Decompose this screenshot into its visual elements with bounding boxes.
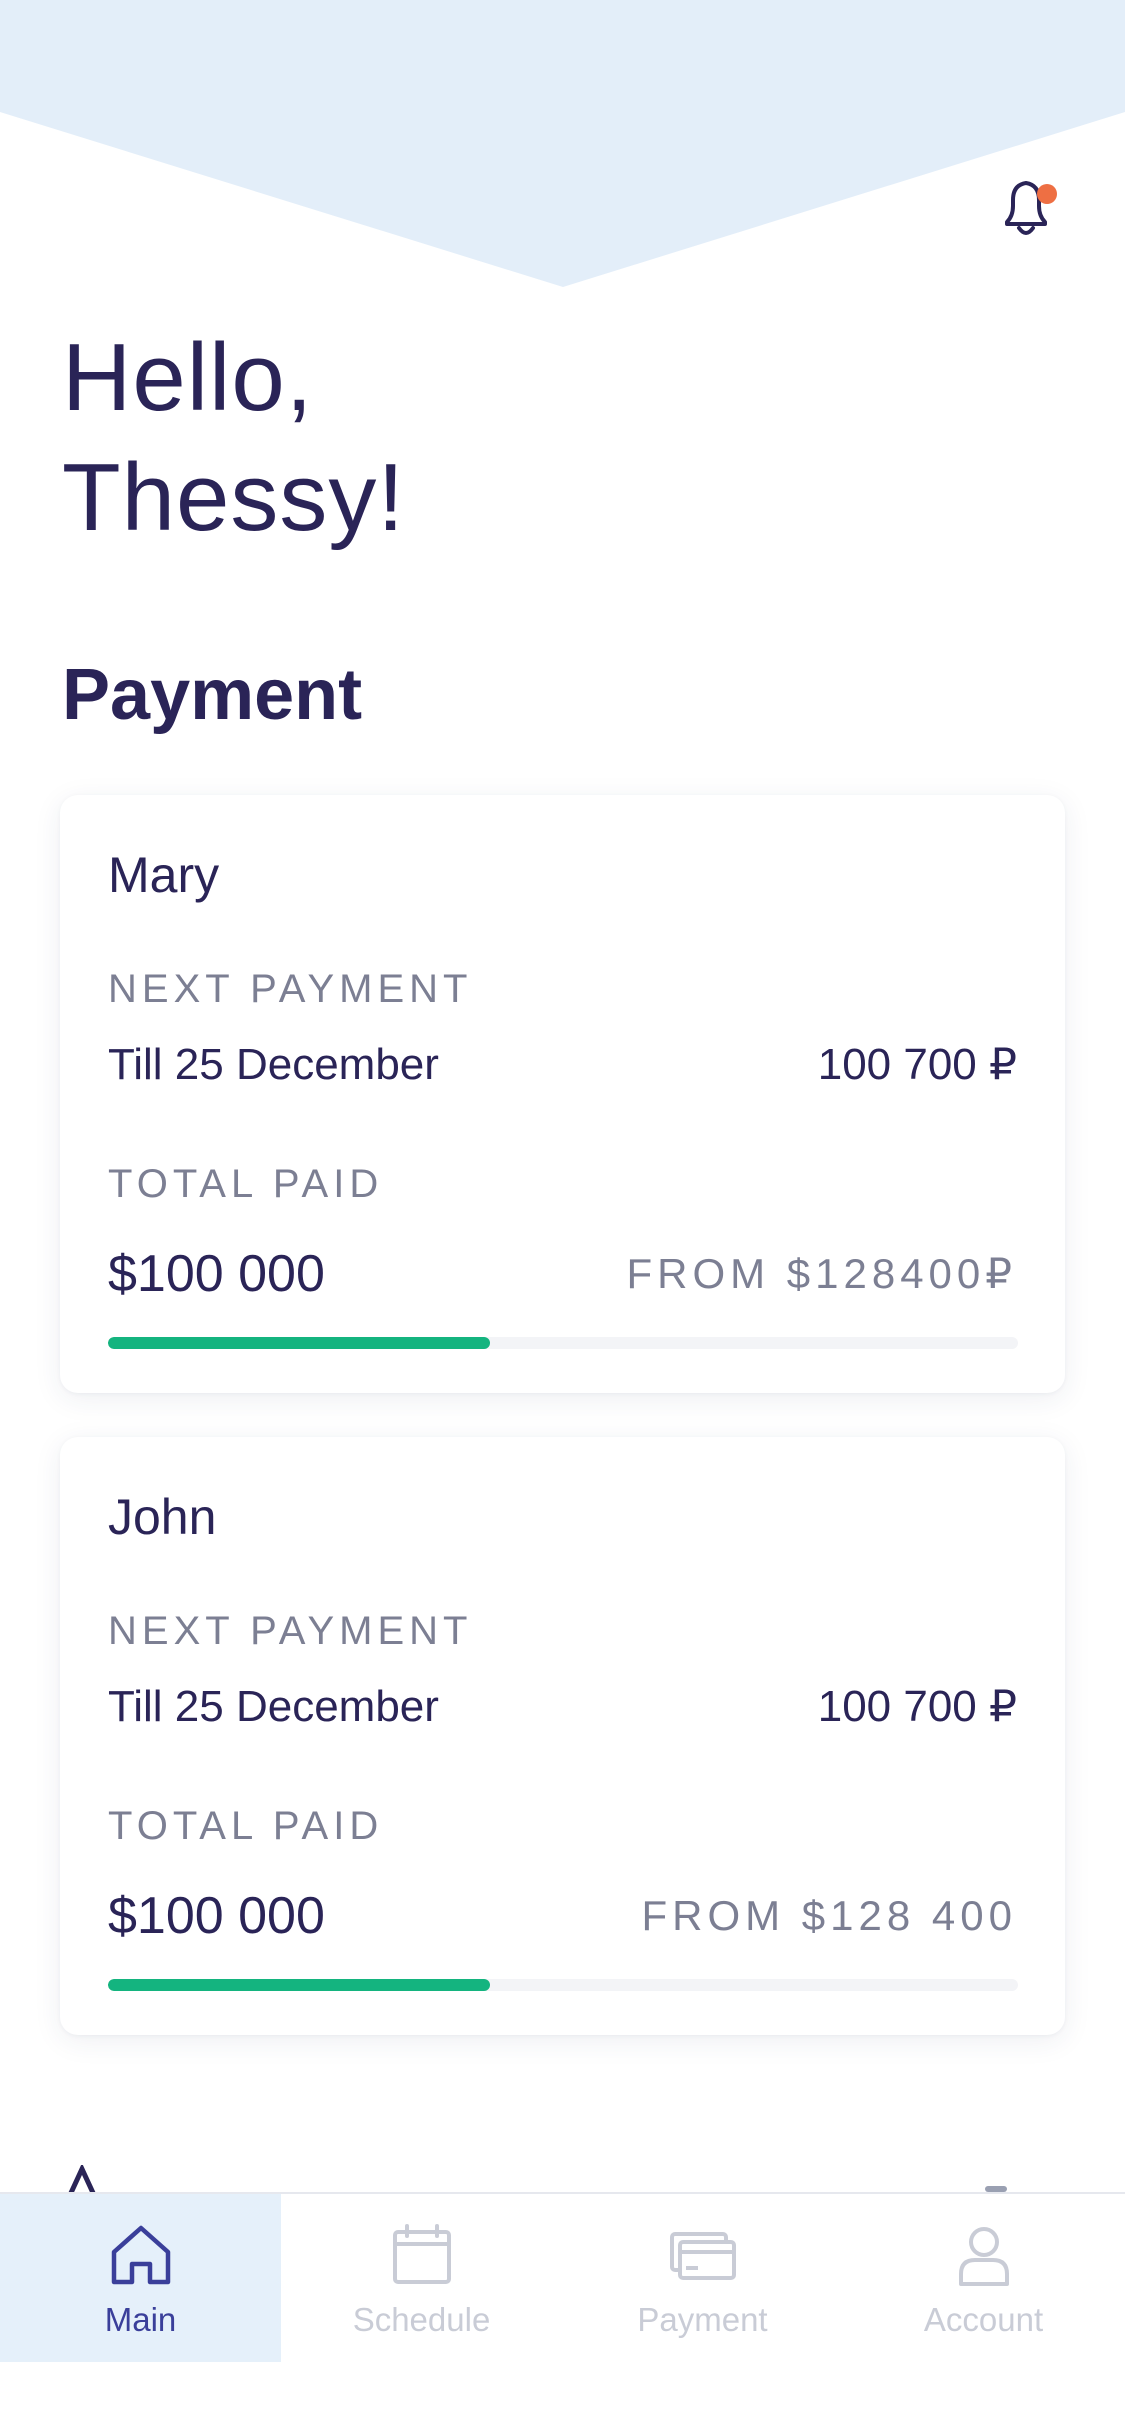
- total-paid-label: TOTAL PAID: [108, 1804, 384, 1848]
- tab-payment[interactable]: Payment: [562, 2194, 843, 2362]
- payer-name: John: [108, 1489, 217, 1545]
- payment-progress-fill: [108, 1979, 491, 1991]
- next-section-title-peek: [67, 2165, 97, 2195]
- payer-name: Mary: [108, 847, 220, 903]
- payment-progress-bar: [108, 1337, 1018, 1349]
- total-paid-value: $100 000: [108, 1887, 325, 1945]
- card-icon: [669, 2232, 736, 2280]
- payment-progress-fill: [108, 1337, 491, 1349]
- next-payment-label: NEXT PAYMENT: [108, 967, 473, 1011]
- payment-card[interactable]: Mary NEXT PAYMENT Till 25 December 100 7…: [60, 795, 1065, 1393]
- greeting-title: Hello, Thessy!: [62, 324, 406, 551]
- due-date: Till 25 December: [108, 1040, 439, 1089]
- notification-button[interactable]: [995, 172, 1061, 242]
- notification-dot: [1037, 184, 1057, 204]
- tab-account[interactable]: Account: [843, 2194, 1124, 2362]
- total-amount: FROM $128 400: [641, 1892, 1017, 1939]
- calendar-icon: [392, 2224, 451, 2284]
- home-icon: [111, 2225, 170, 2285]
- bottom-tab-bar: Main Schedule Payment Account: [0, 2192, 1125, 2436]
- total-paid-label: TOTAL PAID: [108, 1162, 384, 1206]
- payment-section-title: Payment: [62, 655, 363, 735]
- user-icon: [958, 2227, 1009, 2286]
- next-payment-label: NEXT PAYMENT: [108, 1609, 473, 1653]
- bell-icon: [1005, 181, 1057, 235]
- total-amount: FROM $128400₽: [626, 1250, 1017, 1297]
- tab-main[interactable]: Main: [0, 2194, 281, 2362]
- tab-label: Account: [923, 2301, 1044, 2338]
- payment-card[interactable]: John NEXT PAYMENT Till 25 December 100 7…: [60, 1437, 1065, 2035]
- tab-schedule[interactable]: Schedule: [281, 2194, 562, 2362]
- total-paid-value: $100 000: [108, 1245, 325, 1303]
- payment-progress-bar: [108, 1979, 1018, 1991]
- header-background: [0, 0, 1125, 287]
- due-amount: 100 700 ₽: [817, 1682, 1017, 1731]
- tab-label: Payment: [637, 2301, 768, 2338]
- due-amount: 100 700 ₽: [817, 1040, 1017, 1089]
- tab-label: Schedule: [352, 2301, 491, 2338]
- due-date: Till 25 December: [108, 1682, 439, 1731]
- tab-label: Main: [104, 2301, 177, 2338]
